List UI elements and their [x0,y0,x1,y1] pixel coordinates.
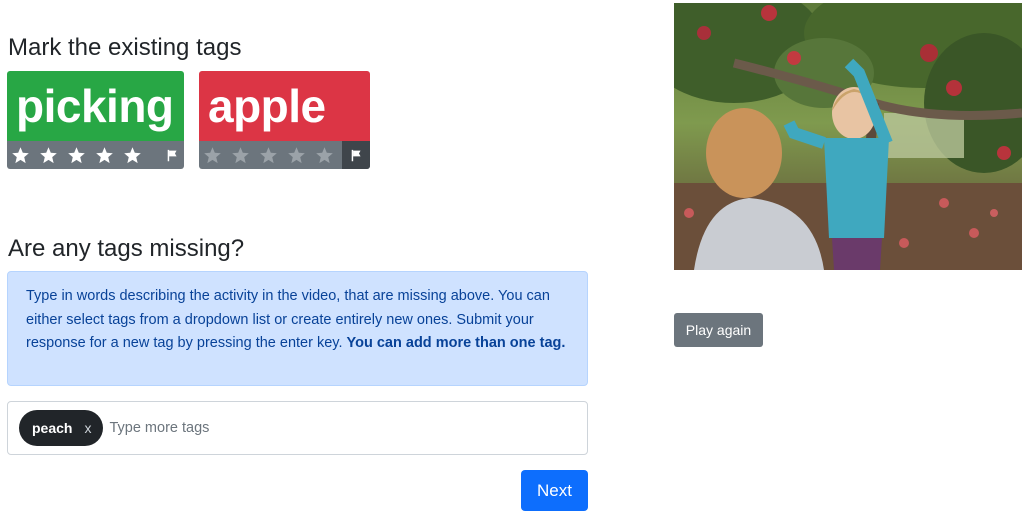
instructions-alert: Type in words describing the activity in… [7,271,588,386]
flag-button[interactable] [342,141,370,169]
tag-rating-bar [7,141,184,169]
star-icon[interactable] [95,146,114,165]
star-icon[interactable] [11,146,30,165]
tag-card-picking: picking [7,71,184,169]
star-rating[interactable] [199,146,343,165]
video-frame [674,3,1022,270]
play-again-button[interactable]: Play again [674,313,763,347]
tag-rating-bar [199,141,370,169]
star-icon[interactable] [231,146,250,165]
tag-card-apple: apple [199,71,370,169]
instructions-emphasis: You can add more than one tag. [346,335,566,351]
tag-chip-peach: peach x [19,410,104,446]
star-icon[interactable] [315,146,334,165]
star-icon[interactable] [39,146,58,165]
star-icon[interactable] [259,146,278,165]
star-icon[interactable] [67,146,86,165]
close-icon[interactable]: x [84,420,91,436]
star-icon[interactable] [287,146,306,165]
star-icon[interactable] [203,146,222,165]
flag-button[interactable] [160,141,184,169]
missing-tags-heading: Are any tags missing? [8,235,245,262]
chip-label: peach [32,420,73,436]
star-icon[interactable] [123,146,142,165]
flag-icon [167,149,177,161]
tag-input[interactable] [109,420,410,436]
tag-entry-field[interactable]: peach x [7,401,588,455]
flag-icon [351,149,361,161]
existing-tags-heading: Mark the existing tags [8,34,242,61]
tag-label: picking [7,71,184,141]
tag-label: apple [199,71,370,141]
video-player[interactable] [674,3,1022,270]
next-button[interactable]: Next [521,470,588,511]
star-rating[interactable] [7,146,151,165]
